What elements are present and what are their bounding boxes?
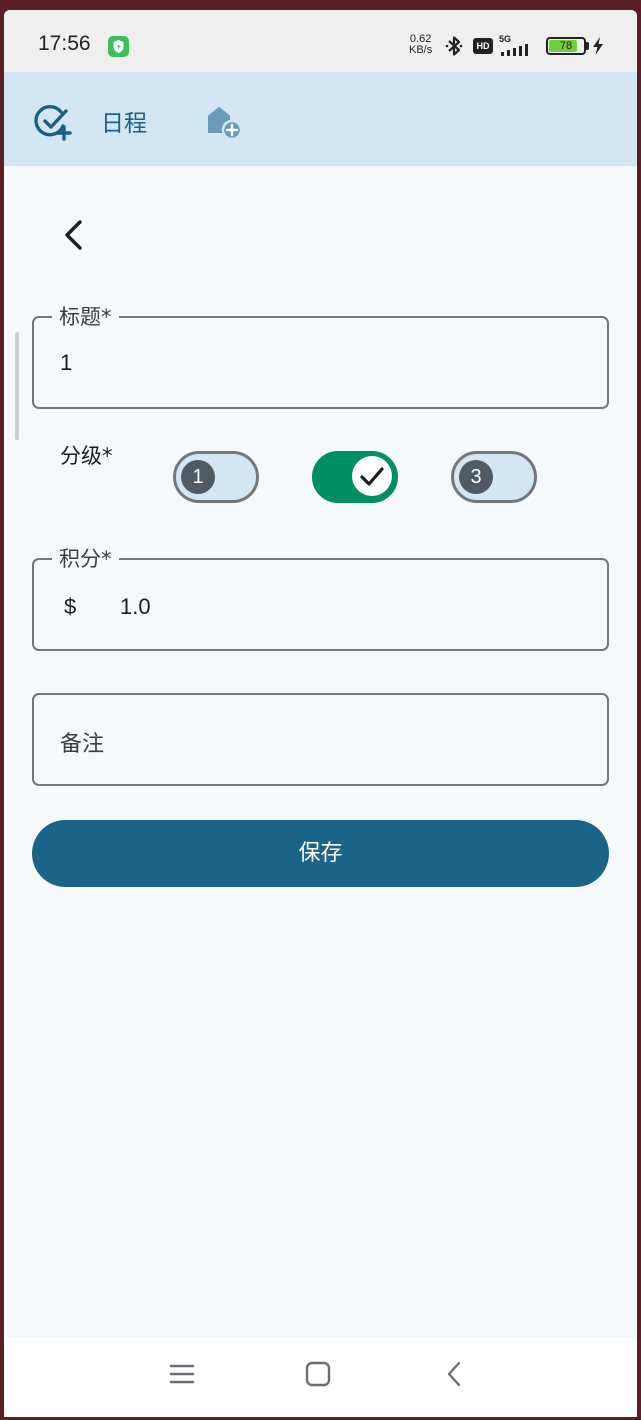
hd-badge: HD <box>473 38 493 54</box>
status-time: 17:56 <box>38 32 91 55</box>
battery-tip <box>586 42 589 50</box>
points-currency-prefix: $ <box>64 594 77 619</box>
scrollbar[interactable] <box>15 332 19 440</box>
save-button[interactable]: 保存 <box>32 820 609 887</box>
home-icon[interactable] <box>305 1361 331 1387</box>
grade-toggle-3[interactable]: 3 <box>451 451 537 503</box>
grade-toggle-2[interactable] <box>312 451 398 503</box>
note-field[interactable]: 备注 <box>32 693 609 786</box>
points-field-label: 积分* <box>52 543 119 573</box>
schedule-add-icon[interactable] <box>34 102 74 142</box>
title-field-value[interactable]: 1 <box>60 350 72 376</box>
points-field-value[interactable]: 1.0 <box>120 594 151 620</box>
bluetooth-icon <box>445 36 463 56</box>
status-bar: 17:56 0.62 KB/s HD 5G 78 <box>4 10 637 72</box>
back-arrow-icon[interactable] <box>56 215 92 255</box>
charging-icon <box>593 37 603 55</box>
menu-icon[interactable] <box>168 1362 196 1386</box>
title-field-label: 标题* <box>52 301 119 331</box>
app-bar: 日程 <box>4 72 637 166</box>
signal-icon: 5G <box>499 34 541 56</box>
grade-toggle-1[interactable]: 1 <box>173 451 259 503</box>
grade-label: 分级* <box>60 444 113 468</box>
grade-toggle-3-knob: 3 <box>459 460 493 494</box>
shield-icon <box>108 36 129 57</box>
phone-screen: 17:56 0.62 KB/s HD 5G 78 日程 标题* 1 分级* 1 … <box>4 10 637 1417</box>
title-field[interactable]: 标题* 1 <box>32 301 609 409</box>
grade-toggle-1-knob: 1 <box>181 460 215 494</box>
network-speed: 0.62 KB/s <box>409 33 433 56</box>
system-nav-bar <box>4 1337 637 1417</box>
grade-toggle-2-knob <box>352 456 392 496</box>
note-placeholder: 备注 <box>60 732 105 757</box>
app-title[interactable]: 日程 <box>101 104 147 138</box>
battery-indicator: 78 <box>546 37 586 55</box>
check-icon <box>360 467 384 486</box>
nav-back-icon[interactable] <box>444 1359 464 1389</box>
points-field[interactable]: 积分* $ 1.0 <box>32 543 609 651</box>
home-add-icon[interactable] <box>205 102 245 142</box>
